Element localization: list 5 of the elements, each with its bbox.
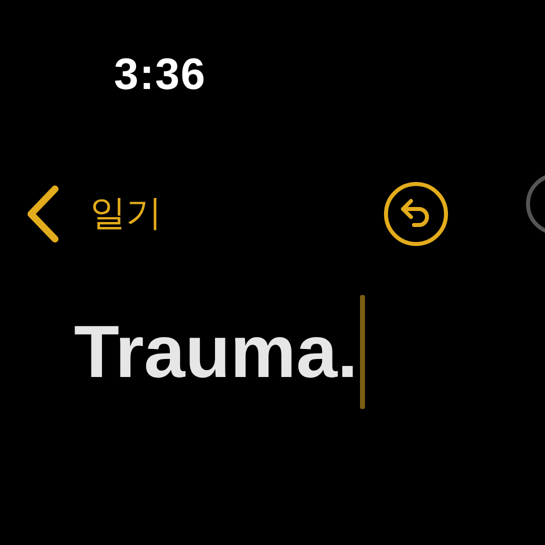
back-button[interactable]: 일기 — [26, 185, 162, 243]
note-title[interactable]: Trauma. — [74, 315, 358, 389]
undo-button[interactable] — [383, 181, 449, 247]
status-time: 3:36 — [114, 50, 206, 99]
chevron-left-icon — [26, 185, 60, 243]
